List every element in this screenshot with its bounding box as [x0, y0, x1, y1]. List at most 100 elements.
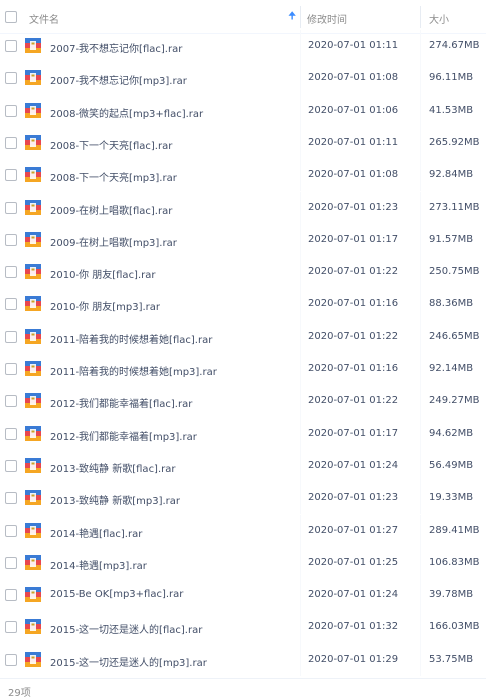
column-header-name[interactable]: 文件名: [29, 11, 59, 26]
file-row[interactable]: 2014-艳遇[flac].rar 2020-07-01 01:27 289.41M…: [0, 514, 486, 547]
row-checkbox[interactable]: [5, 653, 17, 666]
file-size: 56.49MB: [429, 459, 474, 471]
file-name[interactable]: 2009-在树上唱歌[mp3].rar: [50, 234, 177, 249]
file-size: 88.36MB: [429, 298, 474, 310]
row-divider: [300, 643, 301, 676]
row-checkbox[interactable]: [5, 169, 17, 182]
file-row[interactable]: 2008-下一个天亮[flac].rar 2020-07-01 01:11 265.…: [0, 126, 486, 160]
row-checkbox[interactable]: [5, 104, 17, 117]
row-divider: [300, 611, 301, 644]
row-divider: [300, 320, 301, 353]
row-checkbox[interactable]: [5, 492, 17, 505]
file-name[interactable]: 2008-下一个天亮[mp3].rar: [50, 169, 177, 184]
row-checkbox[interactable]: [5, 427, 17, 440]
row-divider: [300, 30, 301, 63]
file-row[interactable]: 2013-致纯静 新歌[flac].rar 2020-07-01 01:24 56.…: [0, 449, 486, 483]
file-row[interactable]: 2015-Be OK[mp3+flac].rar 2020-07-01 01:24…: [0, 579, 486, 612]
column-divider[interactable]: [300, 6, 301, 28]
file-row[interactable]: 2014-艳遇[mp3].rar 2020-07-01 01:25 106.83MB: [0, 546, 486, 580]
row-checkbox[interactable]: [5, 589, 17, 602]
file-name[interactable]: 2010-你 朋友[mp3].rar: [50, 298, 160, 313]
row-checkbox[interactable]: [5, 136, 17, 149]
row-checkbox[interactable]: [5, 40, 17, 52]
file-name[interactable]: 2014-艳遇[flac].rar: [50, 525, 142, 540]
file-row[interactable]: 2009-在树上唱歌[mp3].rar 2020-07-01 01:17 91.57…: [0, 223, 486, 257]
row-divider: [420, 514, 421, 547]
file-size: 246.65MB: [429, 330, 480, 342]
file-name[interactable]: 2008-微笑的起点[mp3+flac].rar: [50, 105, 203, 120]
file-size: 273.11MB: [429, 201, 480, 213]
rar-archive-icon: [25, 522, 41, 538]
arrow-up-icon[interactable]: 🠉: [288, 11, 296, 23]
file-row[interactable]: 2009-在树上唱歌[flac].rar 2020-07-01 01:23 273.…: [0, 191, 486, 224]
row-divider: [300, 94, 301, 127]
column-header-size[interactable]: 大小: [429, 11, 449, 26]
file-modified-time: 2020-07-01 01:16: [308, 363, 399, 374]
file-name[interactable]: 2015-Be OK[mp3+flac].rar: [50, 589, 183, 600]
file-list-header: 文件名 🠉 修改时间 大小: [0, 0, 486, 34]
row-checkbox[interactable]: [5, 621, 17, 634]
file-name[interactable]: 2013-致纯静 新歌[flac].rar: [50, 460, 176, 475]
row-checkbox[interactable]: [5, 524, 17, 537]
file-row[interactable]: 2011-陪着我的时候想着她[flac].rar 2020-07-01 01:22…: [0, 320, 486, 353]
rar-archive-icon: [25, 167, 41, 183]
file-name[interactable]: 2011-陪着我的时候想着她[flac].rar: [50, 331, 212, 346]
file-row[interactable]: 2011-陪着我的时候想着她[mp3].rar 2020-07-01 01:16 9…: [0, 353, 486, 386]
select-all-checkbox[interactable]: [5, 11, 17, 23]
file-name[interactable]: 2012-我们都能幸福着[mp3].rar: [50, 428, 197, 443]
file-row[interactable]: 2008-下一个天亮[mp3].rar 2020-07-01 01:08 92.84…: [0, 159, 486, 192]
rar-archive-icon: [25, 587, 41, 603]
rar-archive-icon: [25, 296, 41, 312]
file-row[interactable]: 2013-致纯静 新歌[mp3].rar 2020-07-01 01:23 19.3…: [0, 482, 486, 515]
row-checkbox[interactable]: [5, 363, 17, 375]
file-name[interactable]: 2015-这一切还是迷人的[mp3].rar: [50, 654, 207, 669]
row-checkbox[interactable]: [5, 266, 17, 279]
row-checkbox[interactable]: [5, 201, 17, 214]
file-row[interactable]: 2012-我们都能幸福着[flac].rar 2020-07-01 01:22 24…: [0, 385, 486, 418]
row-checkbox[interactable]: [5, 459, 17, 472]
file-modified-time: 2020-07-01 01:24: [308, 459, 399, 471]
file-modified-time: 2020-07-01 01:27: [308, 524, 399, 536]
file-size: 249.27MB: [429, 395, 480, 407]
file-row[interactable]: 2008-微笑的起点[mp3+flac].rar 2020-07-01 01:06…: [0, 94, 486, 127]
item-count: 29项: [8, 688, 31, 699]
row-checkbox[interactable]: [5, 298, 17, 311]
row-checkbox[interactable]: [5, 72, 17, 85]
file-row[interactable]: 2010-你 朋友[flac].rar 2020-07-01 01:22 250.7…: [0, 256, 486, 289]
file-name[interactable]: 2009-在树上唱歌[flac].rar: [50, 202, 172, 217]
row-checkbox[interactable]: [5, 233, 17, 246]
rar-archive-icon: [25, 134, 41, 150]
row-checkbox[interactable]: [5, 556, 17, 569]
row-divider: [420, 643, 421, 676]
file-name[interactable]: 2008-下一个天亮[flac].rar: [50, 137, 172, 152]
file-row[interactable]: 2015-这一切还是迷人的[flac].rar 2020-07-01 01:32 1…: [0, 611, 486, 644]
file-name[interactable]: 2015-这一切还是迷人的[flac].rar: [50, 621, 202, 636]
file-size: 92.84MB: [429, 169, 474, 181]
file-modified-time: 2020-07-01 01:08: [308, 72, 399, 84]
row-divider: [420, 62, 421, 95]
column-divider[interactable]: [420, 6, 421, 28]
file-row[interactable]: 2015-这一切还是迷人的[mp3].rar 2020-07-01 01:29 53…: [0, 643, 486, 676]
file-row[interactable]: 2012-我们都能幸福着[mp3].rar 2020-07-01 01:17 94.…: [0, 417, 486, 450]
file-row[interactable]: 2007-我不想忘记你[mp3].rar 2020-07-01 01:08 96.1…: [0, 62, 486, 95]
file-modified-time: 2020-07-01 01:23: [308, 201, 399, 213]
file-size: 274.67MB: [429, 40, 480, 51]
row-divider: [300, 223, 301, 257]
row-divider: [420, 320, 421, 353]
file-name[interactable]: 2014-艳遇[mp3].rar: [50, 557, 147, 572]
file-name[interactable]: 2012-我们都能幸福着[flac].rar: [50, 395, 192, 410]
file-row[interactable]: 2010-你 朋友[mp3].rar 2020-07-01 01:16 88.36M…: [0, 288, 486, 321]
file-name[interactable]: 2007-我不想忘记你[mp3].rar: [50, 72, 187, 87]
row-checkbox[interactable]: [5, 330, 17, 343]
file-name[interactable]: 2011-陪着我的时候想着她[mp3].rar: [50, 363, 217, 378]
file-name[interactable]: 2007-我不想忘记你[flac].rar: [50, 40, 182, 55]
row-divider: [300, 417, 301, 450]
row-checkbox[interactable]: [5, 395, 17, 408]
rar-archive-icon: [25, 38, 41, 53]
file-name[interactable]: 2010-你 朋友[flac].rar: [50, 266, 156, 281]
file-row[interactable]: 2007-我不想忘记你[flac].rar 2020-07-01 01:11 274…: [0, 30, 486, 63]
file-name[interactable]: 2013-致纯静 新歌[mp3].rar: [50, 492, 180, 507]
column-header-modified-time[interactable]: 修改时间: [307, 11, 347, 26]
file-size: 94.62MB: [429, 427, 474, 439]
row-divider: [420, 126, 421, 160]
